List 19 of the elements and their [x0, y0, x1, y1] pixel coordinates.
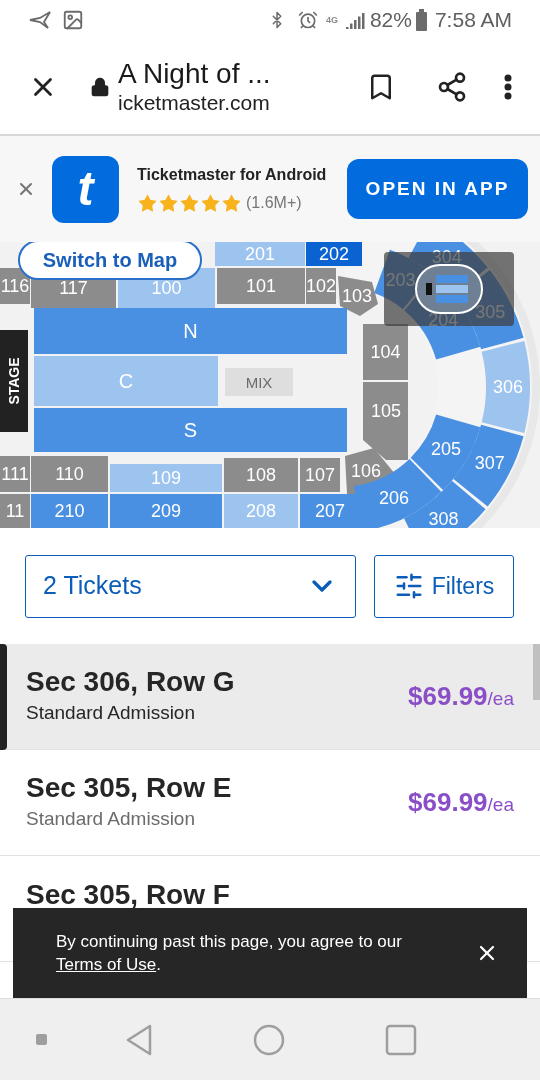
clock-time: 7:58 AM	[434, 7, 512, 34]
section-row-text: Sec 305, Row E	[26, 771, 233, 806]
stage: STAGE	[0, 330, 28, 432]
ticket-price: $69.99	[408, 786, 488, 819]
ticket-price: $69.99	[408, 680, 488, 713]
admission-type: Standard Admission	[26, 807, 196, 832]
section-row-text: Sec 305, Row F	[26, 877, 231, 912]
page-title: A Night of ...	[118, 58, 272, 90]
review-count: (1.6M+)	[246, 193, 302, 213]
price-unit: /ea	[487, 688, 514, 712]
app-logo: t	[52, 155, 119, 223]
battery-percent: 82%	[369, 7, 412, 34]
terms-message: By continuing past this page, you agree to our Terms of Use.	[56, 931, 403, 976]
section-row-text: Sec 306, Row G	[26, 665, 236, 700]
network-label: 4G	[325, 15, 339, 25]
admission-type: Standard Admission	[26, 701, 196, 726]
price-unit: /ea	[487, 794, 514, 818]
page-url: icketmaster.com	[118, 90, 271, 116]
app-name: Ticketmaster for Android	[137, 165, 327, 185]
